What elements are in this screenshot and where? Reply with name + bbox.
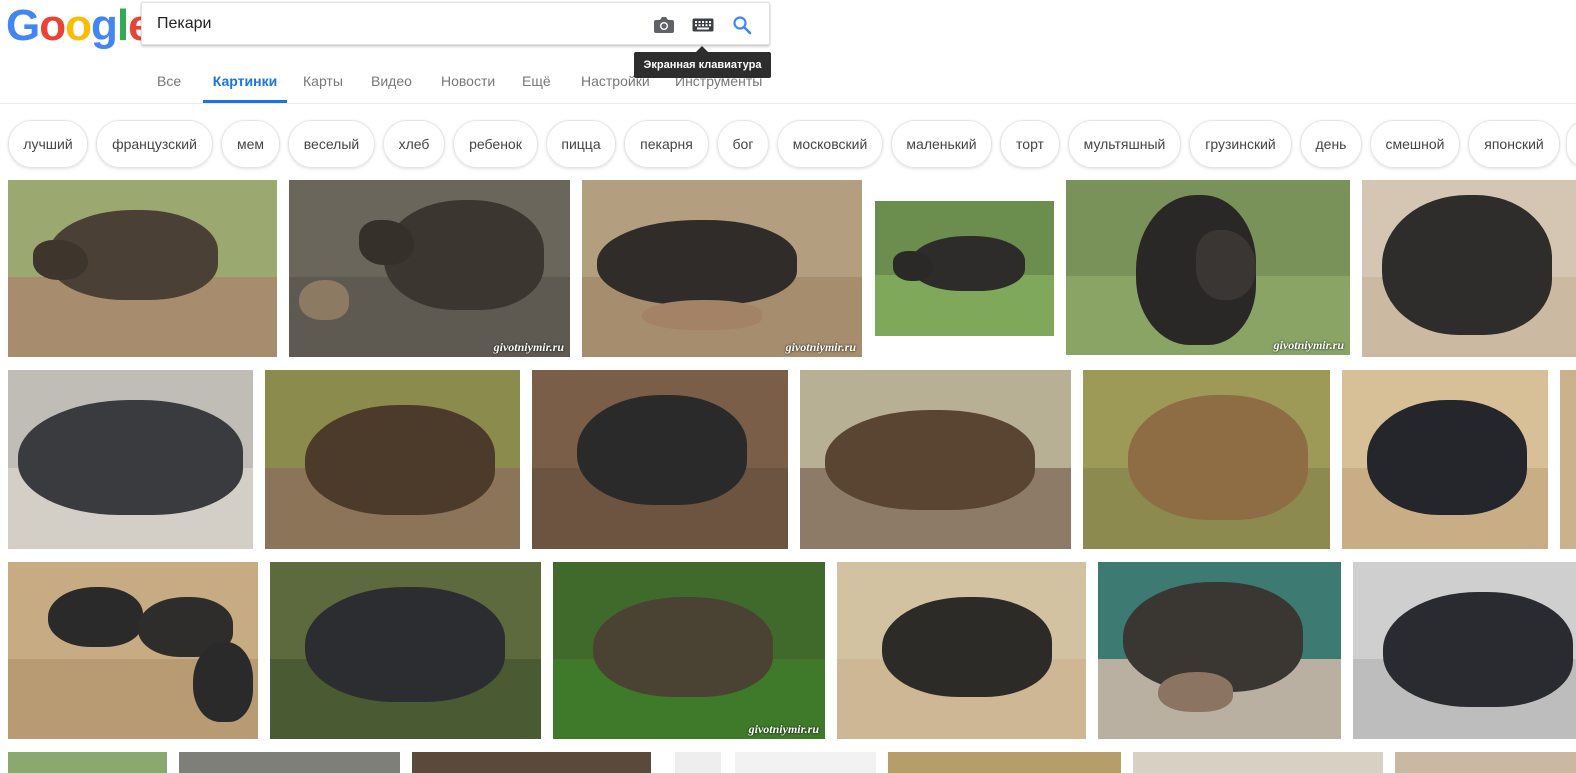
chip[interactable]: торт xyxy=(1000,120,1060,168)
image-grid: givotniymir.ru givotniymir.ru givotniymi… xyxy=(0,180,1576,773)
chip[interactable]: бог xyxy=(717,120,769,168)
search-input[interactable] xyxy=(157,13,637,35)
chip-partial[interactable] xyxy=(1566,120,1576,168)
image-result[interactable] xyxy=(1083,370,1330,549)
chip[interactable]: грузинский xyxy=(1189,120,1292,168)
image-result[interactable]: givotniymir.ru xyxy=(582,180,862,357)
keyboard-icon[interactable] xyxy=(691,13,715,37)
image-result[interactable] xyxy=(1362,180,1576,357)
image-result[interactable] xyxy=(8,370,253,549)
chip[interactable]: пицца xyxy=(546,120,616,168)
chip[interactable]: французский xyxy=(96,120,213,168)
image-result[interactable]: givotniymir.ru xyxy=(553,562,825,739)
chip[interactable]: смешной xyxy=(1370,120,1460,168)
chip[interactable]: пекарня xyxy=(624,120,709,168)
image-result[interactable] xyxy=(675,752,721,773)
watermark: givotniymir.ru xyxy=(785,340,856,354)
image-result[interactable] xyxy=(8,180,277,357)
image-result[interactable] xyxy=(179,752,400,773)
image-result[interactable]: givotniymir.ru xyxy=(1066,180,1350,355)
image-result-partial[interactable] xyxy=(1560,370,1576,549)
chip[interactable]: хлеб xyxy=(383,120,445,168)
chip[interactable]: японский xyxy=(1468,120,1560,168)
watermark: givotniymir.ru xyxy=(1273,338,1344,352)
chip[interactable]: маленький xyxy=(891,120,992,168)
related-searches: лучший французский мем веселый хлеб ребе… xyxy=(0,120,1576,168)
image-result[interactable] xyxy=(837,562,1086,739)
chip[interactable]: мем xyxy=(221,120,280,168)
tab-all[interactable]: Все xyxy=(157,60,181,103)
image-result[interactable] xyxy=(1098,562,1341,739)
image-result[interactable] xyxy=(8,562,258,739)
chip[interactable]: мультяшный xyxy=(1068,120,1181,168)
keyboard-tooltip: Экранная клавиатура xyxy=(634,46,771,78)
search-box xyxy=(141,2,770,45)
image-result[interactable]: givotniymir.ru xyxy=(289,180,570,357)
tab-maps[interactable]: Карты xyxy=(303,60,343,103)
image-result[interactable] xyxy=(875,201,1054,336)
chip[interactable]: веселый xyxy=(288,120,375,168)
tab-news[interactable]: Новости xyxy=(441,60,495,103)
image-result[interactable] xyxy=(1342,370,1548,549)
image-result[interactable] xyxy=(1133,752,1383,773)
chip[interactable]: московский xyxy=(777,120,883,168)
image-result[interactable] xyxy=(735,752,876,773)
header: Google Экранная клавиатура Все Картинки … xyxy=(0,0,1576,104)
image-result[interactable] xyxy=(412,752,651,773)
chip[interactable]: лучший xyxy=(8,120,88,168)
chip[interactable]: день xyxy=(1300,120,1362,168)
search-icon[interactable] xyxy=(730,13,754,37)
image-result[interactable] xyxy=(888,752,1121,773)
image-result[interactable] xyxy=(532,370,788,549)
tab-more[interactable]: Ещё xyxy=(522,60,551,103)
image-result[interactable] xyxy=(800,370,1071,549)
watermark: givotniymir.ru xyxy=(493,340,564,354)
tab-images[interactable]: Картинки xyxy=(203,60,287,103)
image-result[interactable] xyxy=(270,562,541,739)
camera-icon[interactable] xyxy=(652,13,676,37)
google-logo[interactable]: Google xyxy=(6,4,153,48)
image-result[interactable] xyxy=(265,370,520,549)
tab-video[interactable]: Видео xyxy=(371,60,412,103)
watermark: givotniymir.ru xyxy=(748,722,819,736)
chip[interactable]: ребенок xyxy=(453,120,538,168)
image-result[interactable] xyxy=(1395,752,1576,773)
image-result[interactable] xyxy=(1353,562,1576,739)
image-result[interactable] xyxy=(8,752,167,773)
